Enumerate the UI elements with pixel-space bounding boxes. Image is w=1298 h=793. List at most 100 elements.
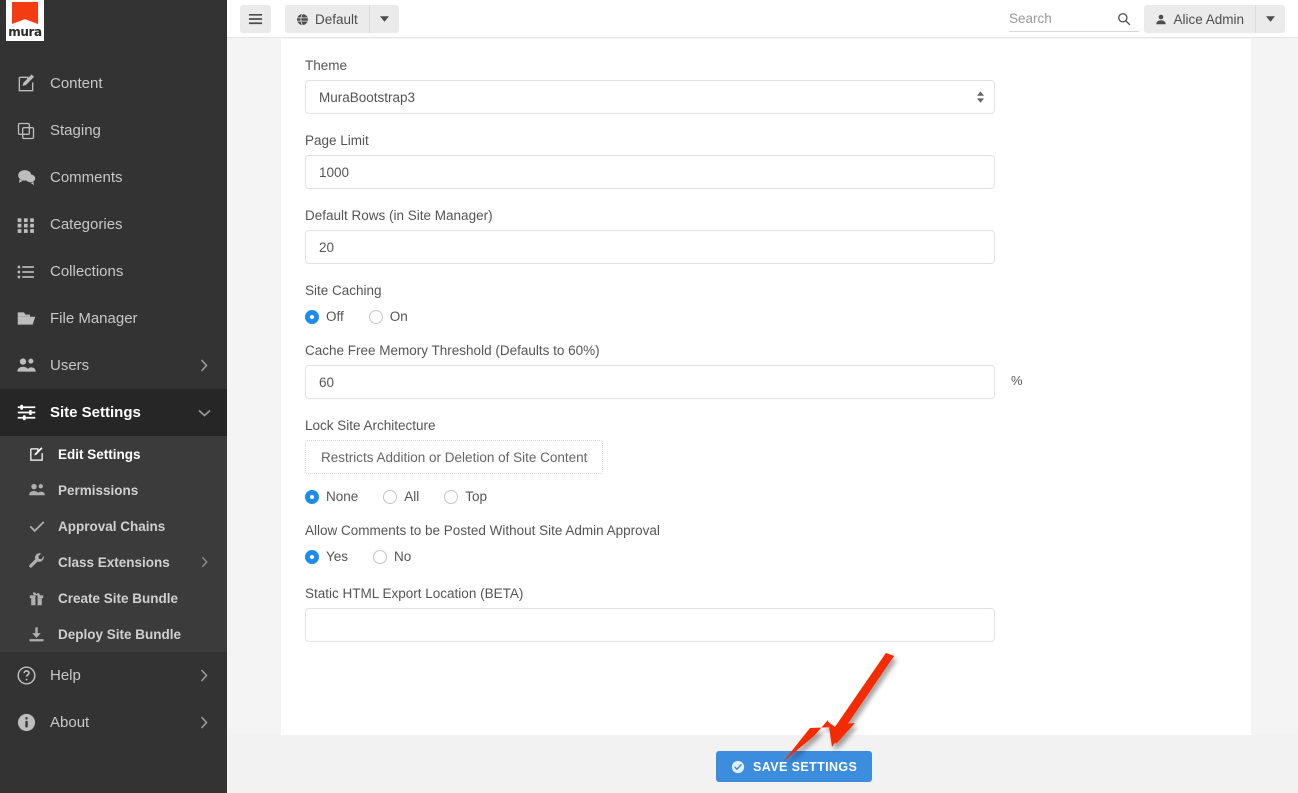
radio-indicator[interactable] — [383, 489, 398, 504]
hamburger-icon — [248, 13, 263, 25]
radio-label: All — [404, 489, 420, 504]
sidebar-item-class-extensions[interactable]: Class Extensions — [0, 544, 227, 580]
select-arrows-icon — [977, 91, 984, 103]
default-rows-input[interactable] — [305, 230, 995, 264]
sidebar-subitem-label: Class Extensions — [58, 554, 170, 570]
search-icon[interactable] — [1113, 8, 1135, 30]
radio-site-caching-on[interactable]: On — [368, 309, 408, 324]
sidebar-item-label: Comments — [50, 169, 123, 186]
sidebar-item-label: Categories — [50, 216, 123, 233]
radio-allow-comments-no[interactable]: No — [373, 549, 411, 564]
sidebar-item-deploy-site-bundle[interactable]: Deploy Site Bundle — [0, 616, 227, 652]
sidebar-item-collections[interactable]: Collections — [0, 248, 227, 295]
radio-label: Off — [326, 309, 344, 324]
radio-indicator[interactable] — [444, 489, 459, 504]
field-page-limit: Page Limit — [305, 133, 1018, 189]
download-icon — [28, 624, 58, 644]
chevron-down-icon — [195, 409, 213, 417]
user-menu-button[interactable]: Alice Admin — [1144, 5, 1255, 33]
app-root: mura Content Staging Comments Categories… — [0, 0, 1298, 793]
radio-lock-top[interactable]: Top — [444, 489, 487, 504]
field-label: Theme — [305, 58, 348, 73]
page-limit-input[interactable] — [305, 155, 995, 189]
sidebar-item-label: Collections — [50, 263, 124, 280]
radio-lock-none[interactable]: None — [305, 489, 358, 504]
sidebar-subitem-label: Create Site Bundle — [58, 590, 179, 606]
field-label: Page Limit — [305, 133, 369, 148]
field-static-export: Static HTML Export Location (BETA) — [305, 586, 1018, 642]
sidebar-item-edit-settings[interactable]: Edit Settings — [0, 436, 227, 472]
chevron-right-icon — [195, 669, 213, 682]
field-allow-comments: Allow Comments to be Posted Without Site… — [305, 523, 1018, 564]
field-label: Site Caching — [305, 283, 382, 298]
sidebar-item-label: Site Settings — [50, 404, 141, 421]
sidebar-item-label: Users — [50, 357, 90, 374]
sidebar-submenu-site-settings: Edit Settings Permissions Approval Chain… — [0, 436, 227, 652]
field-label: Cache Free Memory Threshold (Defaults to… — [305, 343, 600, 358]
sidebar-item-categories[interactable]: Categories — [0, 201, 227, 248]
search-input[interactable] — [1009, 11, 1113, 26]
sidebar-item-content[interactable]: Content — [0, 60, 227, 107]
radio-indicator[interactable] — [305, 309, 319, 324]
field-label: Static HTML Export Location (BETA) — [305, 586, 524, 601]
theme-select[interactable]: MuraBootstrap3 — [305, 80, 995, 114]
sliders-icon — [16, 401, 50, 425]
menu-toggle-button[interactable] — [240, 5, 271, 33]
field-site-caching: Site Caching Off On — [305, 283, 1018, 324]
radio-allow-comments-yes[interactable]: Yes — [305, 549, 348, 564]
field-theme: Theme MuraBootstrap3 — [305, 58, 1018, 114]
sidebar-item-file-manager[interactable]: File Manager — [0, 295, 227, 342]
radio-indicator[interactable] — [368, 309, 383, 324]
sidebar-item-label: Content — [50, 75, 103, 92]
sidebar-subitem-label: Deploy Site Bundle — [58, 626, 182, 642]
wrench-icon — [28, 552, 58, 572]
content-left-gutter — [227, 39, 281, 735]
site-selector-caret-button[interactable] — [368, 5, 399, 33]
static-export-input[interactable] — [305, 608, 995, 642]
user-menu-group: Alice Admin — [1144, 5, 1285, 33]
pencil-square-icon — [28, 444, 58, 464]
radio-indicator[interactable] — [305, 489, 319, 504]
radio-lock-all[interactable]: All — [383, 489, 419, 504]
save-settings-button[interactable]: SAVE SETTINGS — [716, 751, 873, 782]
cache-threshold-input[interactable] — [305, 365, 995, 399]
sidebar-item-site-settings[interactable]: Site Settings — [0, 389, 227, 436]
sidebar-item-permissions[interactable]: Permissions — [0, 472, 227, 508]
sidebar-item-help[interactable]: Help — [0, 652, 227, 699]
sidebar-subitem-label: Approval Chains — [58, 518, 166, 534]
field-cache-threshold: Cache Free Memory Threshold (Defaults to… — [305, 343, 1023, 399]
copy-icon — [16, 119, 50, 143]
radio-label: On — [389, 309, 408, 324]
field-lock-site-architecture: Lock Site Architecture Restricts Additio… — [305, 418, 1018, 504]
list-icon — [16, 260, 50, 284]
chevron-right-icon — [195, 359, 213, 372]
caret-down-icon — [1266, 16, 1275, 22]
sidebar-item-create-site-bundle[interactable]: Create Site Bundle — [0, 580, 227, 616]
user-menu-caret-button[interactable] — [1255, 5, 1285, 33]
settings-form: Theme MuraBootstrap3 Page Limit Default … — [305, 58, 1023, 642]
sidebar-nav-main: Content Staging Comments Categories Coll… — [0, 60, 227, 652]
sidebar-item-comments[interactable]: Comments — [0, 154, 227, 201]
sidebar-item-users[interactable]: Users — [0, 342, 227, 389]
sidebar-item-staging[interactable]: Staging — [0, 107, 227, 154]
radio-site-caching-off[interactable]: Off — [305, 309, 344, 324]
percent-suffix: % — [1011, 373, 1023, 388]
sidebar-subitem-label: Edit Settings — [58, 446, 141, 462]
site-selector-label: Default — [315, 11, 358, 27]
mura-logo[interactable]: mura — [6, 0, 44, 41]
user-icon — [1155, 13, 1167, 26]
radio-indicator[interactable] — [373, 549, 388, 564]
radio-label: Top — [465, 489, 488, 504]
radio-indicator[interactable] — [305, 549, 319, 564]
user-menu-label: Alice Admin — [1173, 11, 1244, 27]
site-caching-radio-group: Off On — [305, 309, 1018, 324]
chevron-right-icon — [195, 556, 213, 568]
site-selector-button[interactable]: Default — [285, 5, 369, 33]
sidebar-item-label: About — [50, 714, 90, 731]
comment-icon — [16, 166, 50, 190]
sidebar-item-approval-chains[interactable]: Approval Chains — [0, 508, 227, 544]
sidebar-item-about[interactable]: About — [0, 699, 227, 746]
radio-label: None — [326, 489, 359, 504]
search-box[interactable] — [1009, 6, 1139, 32]
users-icon — [28, 480, 58, 500]
